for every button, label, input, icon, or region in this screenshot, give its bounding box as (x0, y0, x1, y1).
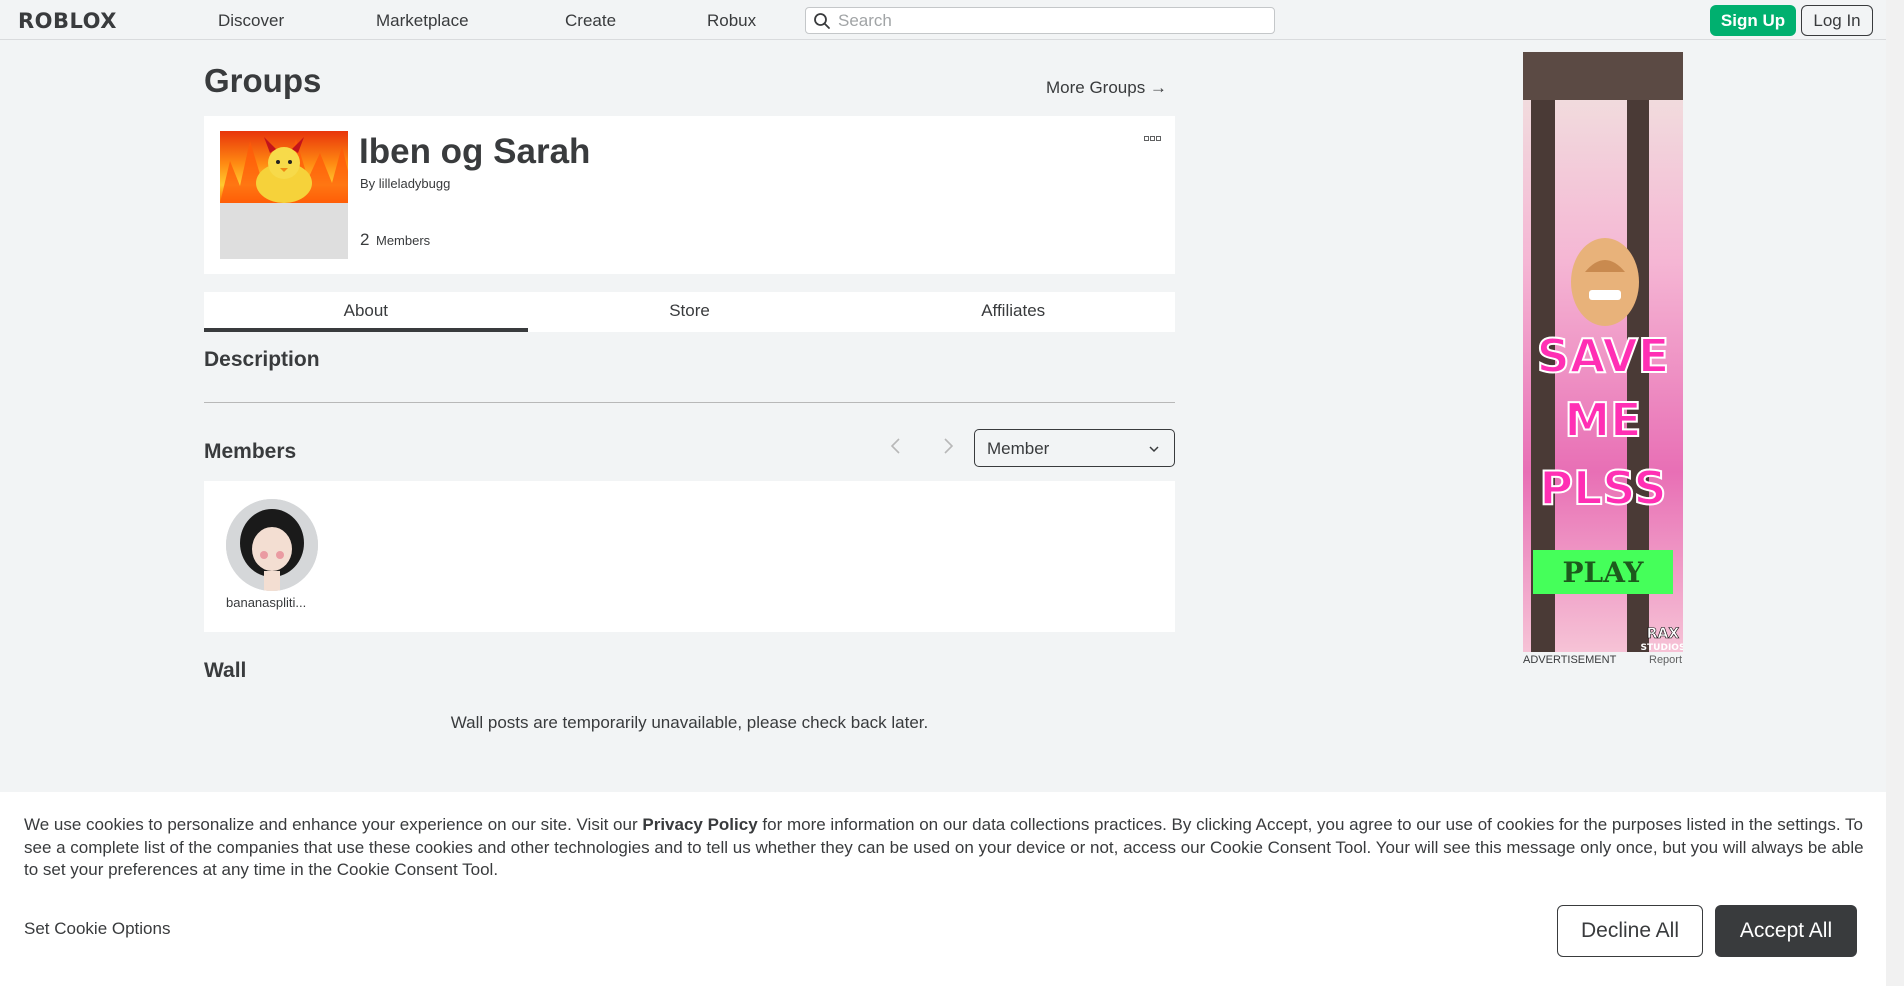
group-owner-link[interactable]: lilleladybugg (379, 176, 451, 191)
member-name[interactable]: bananaspliti... (226, 595, 318, 610)
chevron-right-icon[interactable] (938, 435, 958, 457)
search-input[interactable] (838, 11, 1258, 31)
cookie-consent-banner: We use cookies to personalize and enhanc… (0, 792, 1886, 986)
description-heading: Description (204, 348, 320, 371)
chevron-left-icon[interactable] (886, 435, 906, 457)
role-select-value: Member (987, 439, 1050, 458)
members-heading: Members (204, 440, 297, 463)
chevron-down-icon (1149, 446, 1159, 453)
privacy-policy-link[interactable]: Privacy Policy (642, 815, 757, 834)
set-cookie-options-link[interactable]: Set Cookie Options (24, 919, 170, 939)
nav-discover[interactable]: Discover (218, 11, 284, 31)
ad-report-link[interactable]: Report (1649, 654, 1682, 666)
ad-brand-bottom: STUDIOS (1641, 643, 1683, 652)
group-emblem-image (220, 131, 348, 203)
more-groups-link[interactable]: More Groups → (1046, 78, 1167, 98)
avatar[interactable] (226, 499, 318, 591)
ad-brand-top: RAX (1647, 626, 1680, 642)
group-header-card: Iben og Sarah By lilleladybugg 2 Members (204, 116, 1175, 274)
ellipsis-icon[interactable] (1144, 130, 1162, 146)
ad-headline-2: ME (1564, 393, 1641, 447)
wall-unavailable-message: Wall posts are temporarily unavailable, … (450, 713, 929, 732)
nav-robux[interactable]: Robux (707, 11, 756, 31)
roblox-logo[interactable]: ROBLOX (18, 9, 117, 33)
search-icon (814, 13, 830, 29)
members-list: bananaspliti... (204, 481, 1175, 632)
group-name: Iben og Sarah (359, 132, 591, 171)
chick-devil-icon (220, 137, 348, 203)
top-navigation-bar: ROBLOX Discover Marketplace Create Robux… (0, 0, 1886, 40)
signup-button[interactable]: Sign Up (1710, 5, 1796, 36)
description-divider (204, 402, 1175, 403)
accept-all-button[interactable]: Accept All (1715, 905, 1857, 957)
tab-about[interactable]: About (204, 292, 528, 332)
tab-affiliates[interactable]: Affiliates (851, 292, 1175, 332)
group-tabs: About Store Affiliates (204, 292, 1175, 332)
member-count: 2 (360, 230, 370, 249)
group-emblem (220, 131, 348, 259)
advertisement[interactable]: SAVE ME PLSS PLAY RAX STUDIOS (1523, 52, 1683, 652)
decline-all-button[interactable]: Decline All (1557, 905, 1703, 957)
login-button[interactable]: Log In (1801, 5, 1873, 36)
advertisement-label: ADVERTISEMENT (1523, 654, 1617, 666)
search-box[interactable] (805, 7, 1275, 34)
nav-marketplace[interactable]: Marketplace (376, 11, 469, 31)
group-owner-line: By lilleladybugg (360, 176, 450, 191)
cookie-text-before: We use cookies to personalize and enhanc… (24, 815, 643, 834)
member-count-label: Members (376, 233, 431, 248)
page-title: Groups (204, 62, 322, 99)
ad-play-button: PLAY (1562, 556, 1644, 589)
wall-heading: Wall (204, 659, 247, 682)
ad-banner-image: SAVE ME PLSS PLAY RAX STUDIOS (1523, 52, 1683, 652)
scrollbar[interactable] (1886, 0, 1904, 986)
role-select[interactable]: Member (974, 429, 1175, 467)
by-prefix: By (360, 176, 376, 191)
ad-headline-1: SAVE (1537, 329, 1670, 383)
member-avatar-image (226, 499, 318, 591)
cookie-consent-text: We use cookies to personalize and enhanc… (24, 814, 1874, 882)
ad-headline-3: PLSS (1539, 461, 1666, 515)
nav-create[interactable]: Create (565, 11, 616, 31)
tab-store[interactable]: Store (528, 292, 852, 332)
